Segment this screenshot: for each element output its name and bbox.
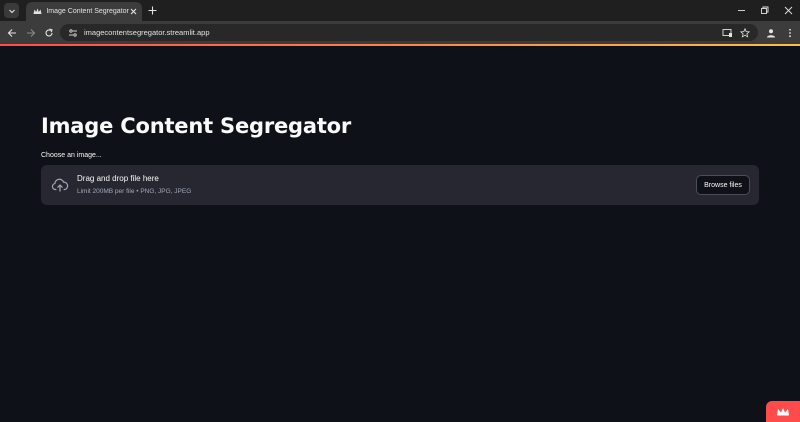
browser-tabstrip: Image Content Segregator · Streamlit [0, 0, 800, 21]
restore-icon [760, 6, 768, 14]
arrow-left-icon [7, 28, 16, 37]
close-icon[interactable] [129, 7, 138, 17]
menu-button[interactable] [783, 26, 796, 39]
forward-button[interactable] [24, 26, 37, 39]
streamlit-favicon-icon [33, 7, 42, 17]
file-dropzone[interactable]: Drag and drop file here Limit 200MB per … [41, 165, 759, 205]
more-vertical-icon [788, 28, 791, 37]
dropzone-limit: Limit 200MB per file • PNG, JPG, JPEG [77, 188, 192, 195]
profile-button[interactable] [764, 26, 777, 39]
site-info-icon[interactable] [68, 28, 78, 38]
arrow-right-icon [26, 28, 35, 37]
minimize-button[interactable] [735, 4, 747, 16]
browser-toolbar: imagecontentsegregator.streamlit.app [0, 21, 800, 44]
reload-icon [44, 27, 53, 36]
streamlit-badge[interactable] [766, 401, 800, 422]
profile-icon [766, 28, 775, 37]
browser-tab[interactable]: Image Content Segregator · Streamlit [26, 2, 142, 21]
back-button[interactable] [5, 26, 18, 39]
reload-button[interactable] [42, 26, 55, 39]
streamlit-decoration-bar [0, 44, 800, 46]
dropzone-title: Drag and drop file here [77, 174, 159, 183]
uploader-label: Choose an image... [41, 152, 102, 159]
tab-search-button[interactable] [4, 3, 19, 18]
chevron-down-icon [8, 9, 15, 13]
crown-icon [777, 407, 789, 415]
close-icon [784, 6, 792, 14]
new-tab-button[interactable] [146, 4, 158, 16]
restore-button[interactable] [758, 4, 770, 16]
browse-files-button[interactable]: Browse files [696, 175, 750, 195]
page-title: Image Content Segregator [41, 114, 352, 138]
url-text: imagecontentsegregator.streamlit.app [84, 28, 210, 37]
cloud-upload-icon [51, 178, 69, 192]
minimize-icon [737, 9, 745, 11]
close-window-button[interactable] [782, 4, 794, 16]
address-bar[interactable]: imagecontentsegregator.streamlit.app [60, 24, 758, 41]
plus-icon [148, 6, 156, 14]
star-icon[interactable] [738, 26, 751, 39]
cast-icon[interactable] [721, 26, 734, 39]
tab-title: Image Content Segregator · Streamlit [46, 8, 129, 15]
